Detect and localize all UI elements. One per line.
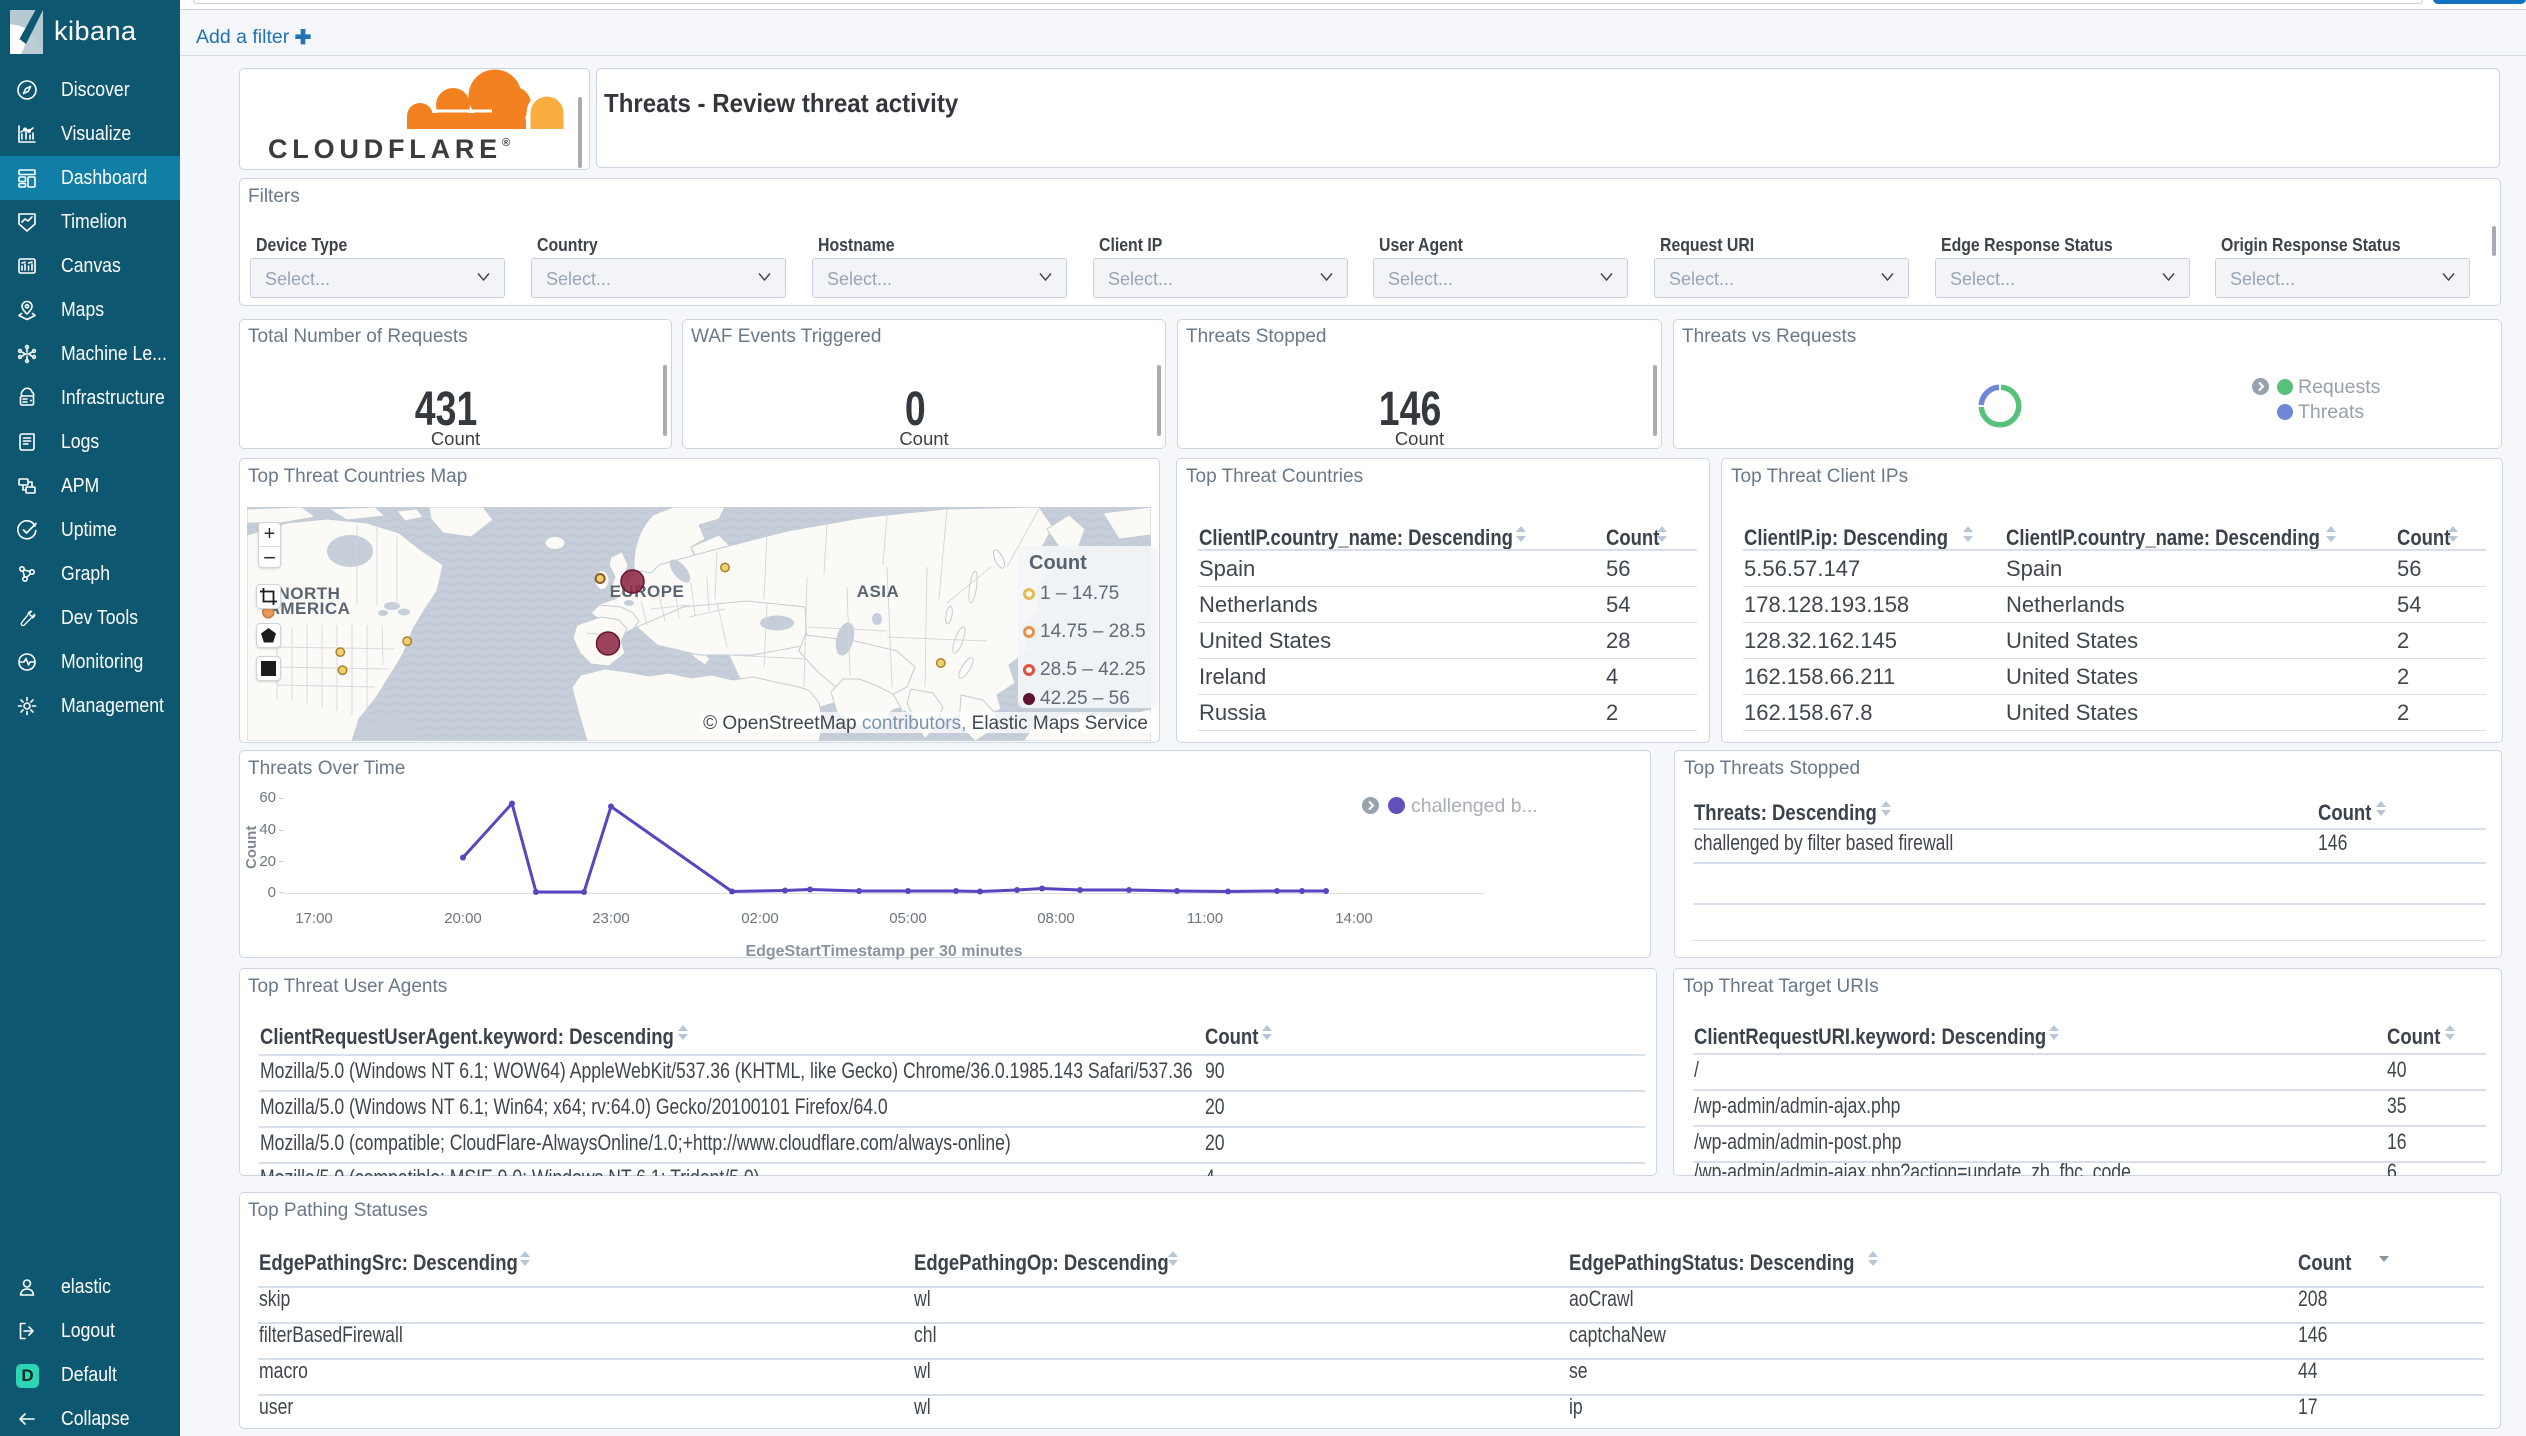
svg-text:ASIA: ASIA <box>857 582 900 601</box>
